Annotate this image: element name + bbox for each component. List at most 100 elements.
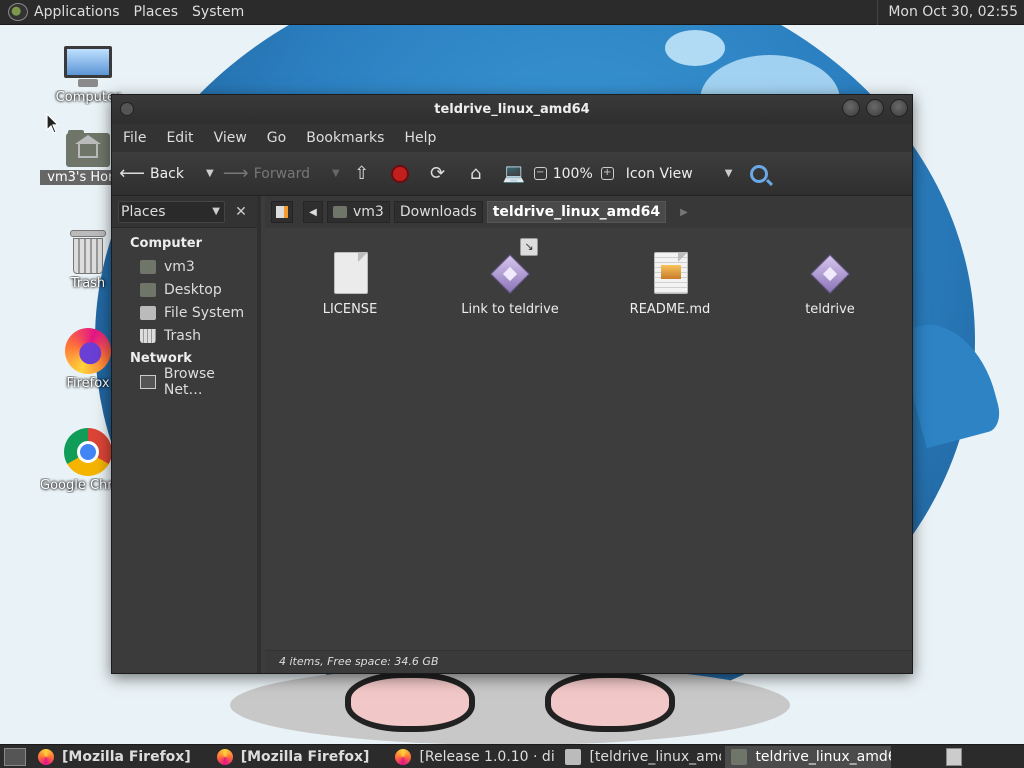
chrome-icon <box>64 428 112 476</box>
sidebar-item-label: vm3 <box>164 258 195 275</box>
workspace-switcher[interactable] <box>946 747 962 766</box>
places-menu[interactable]: Places <box>134 4 189 20</box>
mouse-cursor-icon <box>46 113 60 134</box>
close-button[interactable] <box>890 99 908 117</box>
path-segment-downloads[interactable]: Downloads <box>393 201 483 223</box>
trash-icon <box>140 328 156 343</box>
taskbar-item-label: [Release 1.0.10 · divy… <box>419 748 555 765</box>
applications-menu[interactable]: Applications <box>34 4 130 20</box>
sidebar-item-desktop[interactable]: Desktop <box>112 278 257 301</box>
zoom-level[interactable]: 100% <box>553 166 593 182</box>
file-name: README.md <box>629 302 711 317</box>
toolbar: ⟵ Back ▼ ⟶ Forward ▼ ⇧ ⟳ ⌂ 💻 − 100% + Ic… <box>112 152 912 196</box>
home-folder-icon: ⌂ <box>470 163 482 184</box>
reload-button[interactable]: ⟳ <box>426 162 450 186</box>
show-desktop-button[interactable] <box>4 747 26 766</box>
taskbar-item-file-manager-2[interactable]: teldrive_linux_amd64 <box>725 745 892 768</box>
home-button[interactable]: ⌂ <box>464 162 488 186</box>
zoom-in-button[interactable]: + <box>600 167 614 180</box>
sidebar-item-browse-network[interactable]: Browse Net… <box>112 366 257 398</box>
computer-icon: 💻 <box>502 163 525 184</box>
taskbar-item-firefox-2[interactable]: [Mozilla Firefox] <box>211 746 376 768</box>
clock[interactable]: Mon Oct 30, 02:55 <box>877 0 1024 25</box>
menu-go[interactable]: Go <box>260 130 293 146</box>
sidebar-item-filesystem[interactable]: File System <box>112 301 257 324</box>
network-icon <box>140 374 156 389</box>
location-edit-button[interactable] <box>271 201 293 223</box>
taskbar-item-file-manager-1[interactable]: [teldrive_linux_amd… <box>559 746 721 768</box>
taskbar-item-release[interactable]: [Release 1.0.10 · divy… <box>389 746 555 768</box>
path-segment-label: Downloads <box>399 204 477 220</box>
sidebar-pane-label: Places <box>121 203 166 220</box>
system-menu[interactable]: System <box>192 4 254 20</box>
back-arrow-icon: ⟵ <box>119 163 145 184</box>
file-name: LICENSE <box>322 302 378 317</box>
path-segment-current[interactable]: teldrive_linux_amd64 <box>486 201 667 223</box>
computer-icon <box>64 46 112 88</box>
menu-file[interactable]: File <box>116 130 153 146</box>
taskbar-item-label: teldrive_linux_amd64 <box>755 748 892 765</box>
file-item-readme[interactable]: README.md <box>595 250 745 317</box>
up-arrow-icon: ⇧ <box>354 163 370 184</box>
taskbar-item-label: [Mozilla Firefox] <box>240 748 370 765</box>
menubar: File Edit View Go Bookmarks Help <box>112 124 912 152</box>
path-scroll-right-button[interactable]: ▶ <box>680 207 688 218</box>
firefox-icon <box>395 748 412 765</box>
home-folder-icon <box>140 259 156 274</box>
distro-logo-icon[interactable] <box>8 3 28 21</box>
file-manager-window: teldrive_linux_amd64 File Edit View Go B… <box>111 94 913 674</box>
home-folder-icon <box>333 206 347 218</box>
view-mode-select[interactable]: Icon View ▼ <box>626 166 733 182</box>
chevron-down-icon: ▼ <box>212 205 220 217</box>
maximize-button[interactable] <box>866 99 884 117</box>
home-folder-icon <box>66 130 110 168</box>
path-segment-vm3[interactable]: vm3 <box>327 201 390 223</box>
menu-view[interactable]: View <box>207 130 254 146</box>
trash-icon <box>70 230 106 274</box>
close-sidebar-icon[interactable]: ✕ <box>231 204 251 220</box>
file-manager-icon <box>565 748 582 765</box>
menu-bookmarks[interactable]: Bookmarks <box>299 130 391 146</box>
sidebar-item-label: Browse Net… <box>163 365 215 398</box>
sidebar-header: Places ▼ ✕ <box>112 196 257 228</box>
taskbar-item-firefox-1[interactable]: [Mozilla Firefox] <box>32 746 197 768</box>
window-titlebar[interactable]: teldrive_linux_amd64 <box>112 95 912 124</box>
file-item-link-to-teldrive[interactable]: ↘ Link to teldrive <box>435 238 585 317</box>
zoom-out-button[interactable]: − <box>533 167 547 180</box>
stop-button[interactable] <box>388 162 412 186</box>
pencil-icon <box>276 206 288 218</box>
menu-help[interactable]: Help <box>397 130 443 146</box>
up-button[interactable]: ⇧ <box>350 162 374 186</box>
file-item-teldrive[interactable]: teldrive <box>755 250 905 317</box>
taskbar-item-label: [Mozilla Firefox] <box>62 748 191 765</box>
firefox-icon <box>65 328 111 374</box>
taskbar-item-label: [teldrive_linux_amd… <box>589 748 721 765</box>
sidebar-item-trash[interactable]: Trash <box>112 324 257 347</box>
folder-icon <box>731 748 748 765</box>
wallpaper-highlight <box>665 30 725 66</box>
back-button[interactable]: ⟵ Back <box>119 162 184 186</box>
drive-icon <box>140 305 156 320</box>
computer-button[interactable]: 💻 <box>502 162 526 186</box>
sidebar-item-vm3[interactable]: vm3 <box>112 255 257 278</box>
forward-history-dropdown[interactable]: ▼ <box>332 168 340 179</box>
minimize-button[interactable] <box>842 99 860 117</box>
path-scroll-left-button[interactable]: ◀ <box>303 201 323 223</box>
view-mode-label: Icon View <box>625 165 693 182</box>
zoom-in-icon: + <box>600 167 614 180</box>
window-menu-button[interactable] <box>120 102 134 116</box>
sidebar-section-computer: Computer <box>130 236 203 251</box>
path-segment-label: teldrive_linux_amd64 <box>492 204 661 220</box>
desktop-folder-icon <box>140 282 156 297</box>
forward-button[interactable]: ⟶ Forward <box>223 162 310 186</box>
file-grid: LICENSE ↘ Link to teldrive README.md tel… <box>265 228 912 628</box>
file-item-license[interactable]: LICENSE <box>275 250 425 317</box>
text-file-icon <box>330 250 370 296</box>
search-icon[interactable] <box>750 164 769 183</box>
status-bar: 4 items, Free space: 34.6 GB <box>265 650 912 673</box>
back-history-dropdown[interactable]: ▼ <box>206 168 214 179</box>
sidebar-pane-select[interactable]: Places ▼ <box>118 200 225 223</box>
menu-edit[interactable]: Edit <box>159 130 200 146</box>
stop-icon <box>390 164 409 183</box>
sidebar-item-label: Desktop <box>164 281 222 298</box>
